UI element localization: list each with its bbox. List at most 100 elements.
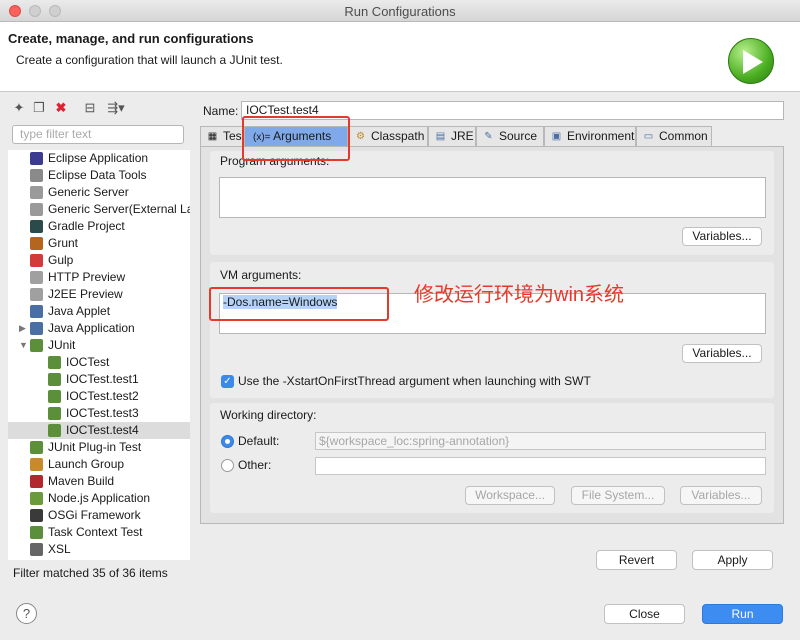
- tree-item[interactable]: Java Applet: [8, 303, 190, 320]
- tree-item[interactable]: Gulp: [8, 252, 190, 269]
- tab-test[interactable]: ▦ Tes: [200, 126, 244, 146]
- environment-icon: ▣: [551, 131, 562, 142]
- arguments-panel: Program arguments: Variables... VM argum…: [200, 146, 784, 524]
- tree-item[interactable]: IOCTest.test2: [8, 388, 190, 405]
- run-button[interactable]: Run: [702, 604, 783, 624]
- duplicate-icon[interactable]: ❐: [31, 100, 47, 116]
- tree-item-label: Gradle Project: [48, 219, 125, 233]
- file-system-button[interactable]: File System...: [571, 486, 665, 505]
- vm-variables-button[interactable]: Variables...: [682, 344, 762, 363]
- junit-icon: [30, 441, 43, 454]
- tree-item-label: Generic Server(External La: [48, 202, 190, 216]
- header-title: Create, manage, and run configurations: [8, 31, 254, 46]
- tree-item[interactable]: OSGi Framework: [8, 507, 190, 524]
- tree-item-label: OSGi Framework: [48, 508, 141, 522]
- help-icon[interactable]: ?: [16, 603, 37, 624]
- gradle-elephant-icon: [30, 220, 43, 233]
- tab-environment[interactable]: ▣ Environment: [544, 126, 636, 146]
- tree-item[interactable]: ▶ Java Application: [8, 320, 190, 337]
- tree-item[interactable]: JUnit Plug-in Test: [8, 439, 190, 456]
- tree-item-label: IOCTest.test1: [66, 372, 139, 386]
- tab-common[interactable]: ▭ Common: [636, 126, 712, 146]
- tree-item[interactable]: Task Context Test: [8, 524, 190, 541]
- default-radio[interactable]: [221, 435, 234, 448]
- filter-status: Filter matched 35 of 36 items: [13, 566, 168, 580]
- filter-menu-icon[interactable]: ⇶▾: [104, 100, 128, 116]
- collapse-arrow-icon[interactable]: ▶: [19, 320, 29, 337]
- tree-item-label: IOCTest.test3: [66, 406, 139, 420]
- junit-icon: [30, 526, 43, 539]
- tree-item-label: Eclipse Application: [48, 151, 149, 165]
- gulp-icon: [30, 254, 43, 267]
- database-icon: [30, 169, 43, 182]
- tree-item[interactable]: XSL: [8, 541, 190, 558]
- java-app-icon: [30, 322, 43, 335]
- common-icon: ▭: [643, 131, 654, 142]
- annotation-text: 修改运行环境为win系统: [414, 284, 625, 306]
- nodejs-icon: [30, 492, 43, 505]
- apply-button[interactable]: Apply: [692, 550, 773, 570]
- tree-item[interactable]: Maven Build: [8, 473, 190, 490]
- tree-item[interactable]: Launch Group: [8, 456, 190, 473]
- junit-icon: [30, 339, 43, 352]
- junit-icon: [48, 356, 61, 369]
- tab-classpath[interactable]: ⚙ Classpath: [348, 126, 428, 146]
- tree-item[interactable]: HTTP Preview: [8, 269, 190, 286]
- xstart-checkbox[interactable]: ✓: [221, 375, 234, 388]
- tree-item[interactable]: IOCTest.test4: [8, 422, 190, 439]
- workspace-button[interactable]: Workspace...: [465, 486, 555, 505]
- tree-item[interactable]: Eclipse Application: [8, 150, 190, 167]
- tree-item[interactable]: Grunt: [8, 235, 190, 252]
- window-title: Run Configurations: [344, 4, 456, 19]
- default-workdir-input[interactable]: ${workspace_loc:spring-annotation}: [315, 432, 766, 450]
- tree-item-label: Maven Build: [48, 474, 115, 488]
- tree-item-label: Java Application: [48, 321, 135, 335]
- document-icon: [30, 288, 43, 301]
- server-icon: [30, 186, 43, 199]
- new-config-icon[interactable]: ✦: [11, 100, 27, 116]
- vm-args-highlight: [209, 287, 389, 321]
- xsl-icon: [30, 543, 43, 556]
- close-button[interactable]: Close: [604, 604, 685, 624]
- collapse-all-icon[interactable]: ⊟: [82, 100, 98, 116]
- tree-item[interactable]: Generic Server: [8, 184, 190, 201]
- osgi-icon: [30, 509, 43, 522]
- applet-icon: [30, 305, 43, 318]
- delete-icon[interactable]: ✖: [53, 100, 69, 116]
- launch-group-icon: [30, 458, 43, 471]
- tree-item[interactable]: Gradle Project: [8, 218, 190, 235]
- name-label: Name:: [203, 104, 239, 118]
- tree-item-label: IOCTest.test4: [66, 423, 139, 437]
- other-workdir-input[interactable]: [315, 457, 766, 475]
- other-label: Other:: [238, 458, 272, 472]
- tab-jre[interactable]: ▤ JRE: [428, 126, 476, 146]
- jre-icon: ▤: [435, 131, 446, 142]
- tree-item-label: JUnit: [48, 338, 76, 352]
- tree-item[interactable]: Generic Server(External La: [8, 201, 190, 218]
- server-icon: [30, 203, 43, 216]
- tree-item-label: Generic Server: [48, 185, 129, 199]
- revert-button[interactable]: Revert: [596, 550, 677, 570]
- tree-item[interactable]: IOCTest.test1: [8, 371, 190, 388]
- tree-item[interactable]: J2EE Preview: [8, 286, 190, 303]
- expand-arrow-icon[interactable]: ▼: [19, 337, 29, 354]
- workdir-variables-button[interactable]: Variables...: [680, 486, 762, 505]
- program-args-textarea[interactable]: [219, 177, 766, 218]
- tree-item[interactable]: IOCTest: [8, 354, 190, 371]
- filter-input[interactable]: type filter text: [12, 125, 184, 144]
- other-radio[interactable]: [221, 459, 234, 472]
- tab-source[interactable]: ✎ Source: [476, 126, 544, 146]
- tree-item[interactable]: IOCTest.test3: [8, 405, 190, 422]
- default-label: Default:: [238, 434, 280, 448]
- tree-item[interactable]: Eclipse Data Tools: [8, 167, 190, 184]
- tree-item-label: IOCTest.test2: [66, 389, 139, 403]
- tree-item-label: Grunt: [48, 236, 79, 250]
- tree-item-label: IOCTest: [66, 355, 110, 369]
- program-variables-button[interactable]: Variables...: [682, 227, 762, 246]
- tree-item[interactable]: ▼ JUnit: [8, 337, 190, 354]
- test-icon: ▦: [207, 131, 218, 142]
- tree-item-label: Java Applet: [48, 304, 111, 318]
- config-tree: Eclipse Application Eclipse Data Tools Gen…: [8, 150, 190, 560]
- tree-item-label: XSL: [48, 542, 71, 556]
- tree-item[interactable]: Node.js Application: [8, 490, 190, 507]
